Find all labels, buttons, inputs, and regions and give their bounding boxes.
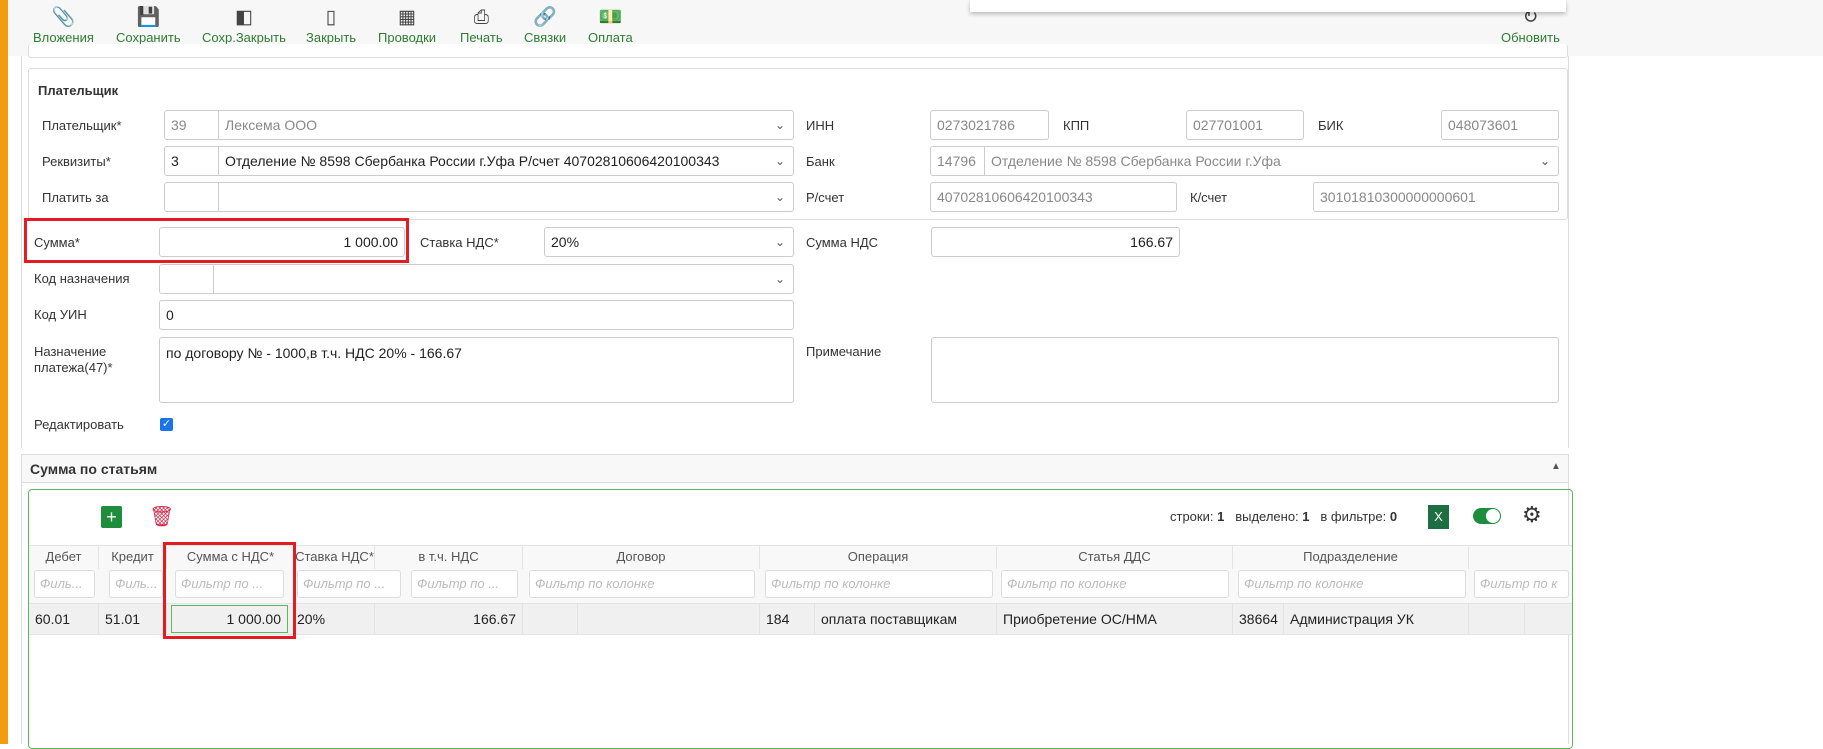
uin-label: Код УИН xyxy=(34,307,87,322)
payment-button[interactable]: 💵 Оплата xyxy=(588,6,633,45)
pay-for-label: Платить за xyxy=(42,190,109,205)
postings-button[interactable]: ▦ Проводки xyxy=(378,6,436,45)
edit-label: Редактировать xyxy=(34,417,124,432)
vat-sum-label: Сумма НДС xyxy=(806,235,879,250)
popup-overlay xyxy=(970,0,1566,12)
pay-for-select[interactable]: ⌄ xyxy=(164,182,794,212)
highlight-box xyxy=(163,542,296,639)
kpp-label: КПП xyxy=(1063,118,1090,133)
excel-export-button[interactable]: X xyxy=(1428,505,1449,529)
cell-dept-code[interactable]: 38664 xyxy=(1233,604,1284,634)
inn-field[interactable]: 0273021786 xyxy=(930,110,1049,140)
link-icon: 🔗 xyxy=(533,7,557,28)
chevron-down-icon: ⌄ xyxy=(774,272,785,286)
chevron-down-icon: ⌄ xyxy=(774,190,785,204)
note-field[interactable] xyxy=(931,337,1559,403)
filter-operation[interactable]: Фильтр по колонке xyxy=(765,570,993,598)
cell-department[interactable]: Администрация УК xyxy=(1284,604,1469,634)
col-credit[interactable]: Кредит xyxy=(99,545,167,569)
account-field[interactable]: 40702810606420100343 xyxy=(930,182,1177,212)
col-operation[interactable]: Операция xyxy=(760,545,997,569)
filter-department[interactable]: Фильтр по колонке xyxy=(1238,570,1466,598)
prev-panel xyxy=(28,44,1568,58)
col-debit[interactable]: Дебет xyxy=(29,545,99,569)
cell-dds[interactable]: Приобретение ОС/НМА xyxy=(997,604,1233,634)
requisites-label: Реквизиты* xyxy=(42,154,111,169)
inn-label: ИНН xyxy=(806,118,835,133)
chevron-down-icon: ⌄ xyxy=(1539,154,1550,168)
close-button[interactable]: ▯ Закрыть xyxy=(306,6,356,45)
chevron-down-icon: ⌄ xyxy=(774,118,785,132)
cell-debit[interactable]: 60.01 xyxy=(29,604,99,634)
payer-select[interactable]: 39 Лексема ООО ⌄ xyxy=(164,110,794,140)
articles-title: Сумма по статьям xyxy=(30,461,158,477)
vat-sum-field[interactable]: 166.67 xyxy=(931,227,1180,257)
printer-icon: ⎙ xyxy=(473,7,489,28)
articles-header[interactable] xyxy=(22,455,1568,483)
print-button[interactable]: ⎙ Печать xyxy=(460,6,503,45)
corr-account-field[interactable]: 30101810300000000601 xyxy=(1313,182,1559,212)
cell-extra-code[interactable] xyxy=(1469,604,1525,634)
attachments-button[interactable]: 📎 Вложения xyxy=(33,6,94,45)
cell-vat[interactable]: 166.67 xyxy=(375,604,523,634)
filter-vat[interactable]: Фильтр по ... xyxy=(411,570,518,598)
bank-label: Банк xyxy=(806,154,835,169)
col-vat-amount[interactable]: в т.ч. НДС xyxy=(375,545,523,569)
requisites-select[interactable]: 3 Отделение № 8598 Сбербанка России г.Уфа… xyxy=(164,146,794,176)
gear-icon[interactable]: ⚙ xyxy=(1522,502,1542,528)
bik-label: БИК xyxy=(1318,118,1344,133)
uin-field[interactable]: 0 xyxy=(159,300,794,330)
save-close-button[interactable]: ◧ Сохр.Закрыть xyxy=(202,6,286,45)
corr-account-label: К/счет xyxy=(1190,190,1228,205)
col-dds[interactable]: Статья ДДС xyxy=(997,545,1233,569)
filter-debit[interactable]: Филь... xyxy=(34,570,95,598)
payer-label: Плательщик* xyxy=(42,118,122,133)
cell-credit[interactable]: 51.01 xyxy=(99,604,167,634)
door-icon: ▯ xyxy=(325,7,337,28)
collapse-icon[interactable]: ▲ xyxy=(1551,461,1561,472)
cell-op-code[interactable]: 184 xyxy=(760,604,815,634)
payer-title: Плательщик xyxy=(38,83,119,98)
cell-operation[interactable]: оплата поставщикам xyxy=(815,604,997,634)
floppy-icon: 💾 xyxy=(136,7,161,28)
bik-field[interactable]: 048073601 xyxy=(1441,110,1559,140)
delete-row-button[interactable]: 🗑 xyxy=(149,504,174,529)
grid-stats: строки: 1 выделено: 1 в фильтре: 0 xyxy=(1170,509,1398,524)
paperclip-icon: 📎 xyxy=(51,7,76,28)
edit-checkbox[interactable]: ✓ xyxy=(160,418,173,431)
purpose-code-label: Код назначения xyxy=(34,271,130,286)
vat-rate-label: Ставка НДС* xyxy=(420,235,499,250)
purpose-field[interactable]: по договору № - 1000,в т.ч. НДС 20% - 16… xyxy=(159,337,794,403)
col-department[interactable]: Подразделение xyxy=(1233,545,1469,569)
filter-dds[interactable]: Фильтр по колонке xyxy=(1001,570,1229,598)
col-contract[interactable]: Договор xyxy=(523,545,760,569)
trash-icon: 🗑 xyxy=(149,506,175,528)
cell-contract[interactable] xyxy=(578,604,760,634)
cell-rate[interactable]: 20% xyxy=(295,604,375,634)
note-label: Примечание xyxy=(806,344,882,359)
calculator-icon: ▦ xyxy=(398,7,416,28)
add-row-button[interactable]: + xyxy=(101,506,122,528)
account-label: Р/счет xyxy=(806,190,845,205)
filter-contract[interactable]: Фильтр по колонке xyxy=(529,570,755,598)
filter-rate[interactable]: Фильтр по ... xyxy=(297,570,401,598)
purpose-label: Назначение платежа(47)* xyxy=(34,344,113,375)
col-vat-rate[interactable]: Ставка НДС* xyxy=(295,545,375,569)
bank-select[interactable]: 14796 Отделение № 8598 Сбербанка России г… xyxy=(930,146,1559,176)
highlight-box xyxy=(24,218,409,263)
cell-contract-code[interactable] xyxy=(523,604,578,634)
filter-extra[interactable]: Фильтр по к xyxy=(1474,570,1569,598)
toggle-switch[interactable] xyxy=(1473,508,1501,524)
kpp-field[interactable]: 027701001 xyxy=(1186,110,1304,140)
filter-credit[interactable]: Филь... xyxy=(109,570,163,598)
door-save-icon: ◧ xyxy=(234,7,253,28)
links-button[interactable]: 🔗 Связки xyxy=(524,6,566,45)
vat-rate-select[interactable]: 20% ⌄ xyxy=(544,227,794,257)
money-icon: 💵 xyxy=(598,7,623,28)
chevron-down-icon: ⌄ xyxy=(774,154,785,168)
purpose-code-select[interactable]: ⌄ xyxy=(159,264,794,294)
save-button[interactable]: 💾 Сохранить xyxy=(116,6,181,45)
left-accent-bar xyxy=(0,0,8,744)
chevron-down-icon: ⌄ xyxy=(774,235,785,249)
